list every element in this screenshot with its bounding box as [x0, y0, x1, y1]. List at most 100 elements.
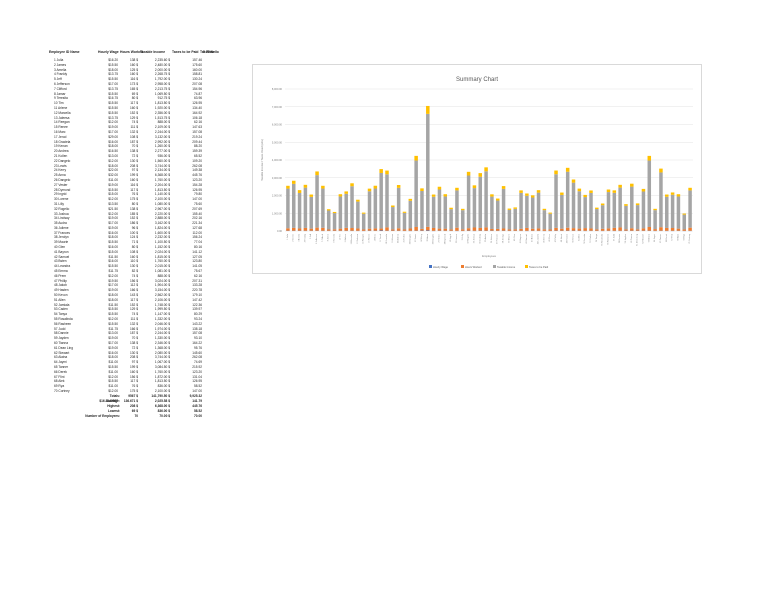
legend-label: Hours Worked	[465, 265, 482, 269]
x-tick-label: 20 Andrea	[397, 233, 400, 243]
header-taxable: Taxable Income	[140, 50, 166, 54]
bar-hours-worked	[554, 227, 558, 231]
bar-taxable-income	[688, 190, 692, 228]
bar-taxes-owed	[507, 208, 512, 210]
bar-hours-worked	[291, 227, 296, 231]
bar-hours-worked	[507, 229, 512, 231]
bar-taxable-income	[309, 196, 313, 229]
bar-taxable-income	[344, 193, 348, 228]
x-tick-label: 66 Derek	[666, 234, 668, 242]
bar-taxes-owed	[286, 185, 290, 189]
bar-taxes-owed	[647, 155, 652, 161]
x-tick-label: 29 Ingrid	[450, 234, 452, 242]
bar-hours-worked	[647, 226, 652, 231]
x-tick-label: 33 Joshua	[473, 233, 475, 243]
bar-hours-worked	[630, 228, 634, 231]
bar-hours-worked	[688, 227, 692, 231]
bar-hours-worked	[437, 228, 442, 231]
x-tick-label: 58 Dannie	[619, 233, 621, 243]
bar-taxes-owed	[490, 194, 494, 197]
bar-taxes-owed	[391, 205, 395, 208]
bar-hours-worked	[595, 229, 599, 231]
bar-taxes-owed	[309, 194, 313, 197]
bar-taxable-income	[449, 209, 453, 230]
bar-taxable-income	[297, 192, 302, 229]
bar-taxable-income	[396, 187, 401, 229]
bar-taxes-owed	[356, 199, 360, 202]
x-tick-label: 38 Jerolyn	[503, 234, 505, 243]
bar-taxable-income	[350, 186, 354, 229]
bar-taxes-owed	[321, 185, 325, 189]
tax-rate-value: 5.87 Nello	[203, 50, 219, 54]
x-tick-label: 34 Lindsay	[479, 234, 481, 244]
bar-hours-worked	[356, 228, 360, 231]
x-tick-label: 49 Hasten	[566, 234, 569, 243]
x-tick-label: 8 Jamar	[328, 234, 330, 242]
bar-hourly-wage	[426, 230, 430, 231]
bar-hours-worked	[478, 227, 483, 231]
x-tick-label: 62 Stewart	[641, 234, 644, 244]
bar-hours-worked	[624, 229, 628, 231]
bar-hours-worked	[635, 229, 640, 231]
header-id-name: Employee ID Name	[49, 50, 80, 54]
bar-hours-worked	[455, 227, 459, 231]
bar-hours-worked	[618, 227, 622, 231]
bar-hours-worked	[606, 228, 611, 231]
bar-hours-worked	[641, 228, 646, 231]
bar-taxable-income	[501, 188, 506, 229]
bar-hours-worked	[565, 227, 570, 231]
bar-hours-worked	[665, 227, 669, 231]
x-tick-label: 43 Bsten	[531, 234, 534, 242]
bar-taxable-income	[659, 172, 663, 228]
bar-taxable-income	[461, 210, 465, 230]
bar-taxes-owed	[443, 194, 448, 197]
bar-hours-worked	[525, 227, 529, 231]
bar-taxes-owed	[414, 155, 418, 161]
bar-taxes-owed	[396, 185, 401, 188]
bar-hours-worked	[536, 228, 541, 231]
bar-taxable-income	[490, 196, 494, 229]
y-tick-label: 8,000.00	[272, 87, 283, 91]
x-tick-label: 10 Tim	[339, 234, 341, 240]
bar-hours-worked	[466, 228, 471, 231]
x-tick-label: 3 Amelia	[298, 233, 301, 242]
bar-taxable-income	[315, 175, 319, 228]
bar-hours-worked	[530, 228, 535, 231]
bar-taxes-owed	[408, 198, 413, 201]
x-tick-label: 48 Jakob	[561, 233, 563, 242]
x-tick-label: 16 Marc	[374, 234, 376, 241]
bar-taxable-income	[332, 213, 337, 230]
bar-taxable-income	[595, 209, 599, 230]
bar-hours-worked	[414, 226, 418, 231]
bar-hours-worked	[344, 227, 348, 231]
bar-hours-worked	[379, 228, 383, 231]
bar-taxable-income	[530, 197, 535, 229]
bar-taxable-income	[542, 210, 547, 230]
chart-title: Summary Chart	[456, 77, 498, 83]
bar-taxes-owed	[571, 179, 576, 183]
bar-taxable-income	[373, 188, 378, 229]
x-tick-label: 44 Leandra	[538, 233, 540, 244]
bar-taxes-owed	[373, 185, 378, 189]
x-tick-label: 35 Audra	[484, 233, 487, 242]
bar-taxable-income	[321, 188, 325, 228]
bar-taxable-income	[478, 176, 483, 228]
bar-hours-worked	[426, 226, 430, 231]
bar-taxable-income	[571, 182, 576, 229]
y-tick-label: 0.00	[277, 229, 283, 233]
bar-taxable-income	[495, 200, 500, 229]
bar-taxes-owed	[589, 190, 593, 193]
y-tick-label: 1,000.00	[272, 211, 283, 215]
bar-hours-worked	[449, 229, 453, 231]
bar-taxes-owed	[315, 171, 319, 176]
bar-taxes-owed	[472, 185, 477, 189]
bar-hours-worked	[548, 229, 552, 231]
x-tick-label: 54 Tanya	[596, 233, 598, 242]
chart-svg: Summary Chart 0.00 1,000.00 2,000.00 3,000.0…	[260, 77, 693, 269]
summary-chart[interactable]: Summary Chart 0.00 1,000.00 2,000.00 3,000.0…	[252, 64, 702, 274]
x-tick-label: 17 Jerod	[380, 234, 382, 242]
bar-hours-worked	[542, 229, 547, 231]
bar-hours-worked	[420, 228, 424, 231]
bar-taxes-owed	[595, 207, 599, 210]
bar-taxable-income	[431, 196, 436, 228]
